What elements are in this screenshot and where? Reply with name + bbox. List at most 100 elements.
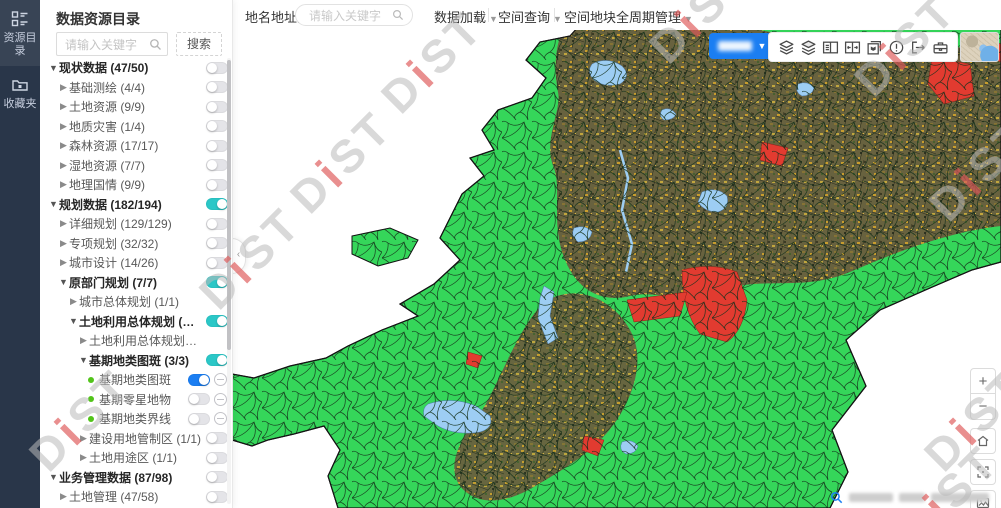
sidebar-item-resource-catalog[interactable]: 资源目录 (0, 0, 40, 66)
tree-row[interactable]: ▶土地管理 (47/58) (40, 487, 232, 507)
tree-node-label: 地理国情 (9/9) (69, 176, 145, 193)
layer-visibility-toggle[interactable] (206, 218, 228, 230)
remove-layer-icon[interactable] (214, 393, 227, 406)
layer-visibility-toggle[interactable] (188, 413, 210, 425)
map-canvas[interactable] (232, 0, 1001, 508)
layer-visibility-toggle[interactable] (206, 81, 228, 93)
tree-row[interactable]: ▶基础测绘 (4/4) (40, 78, 232, 98)
expand-arrow-icon[interactable]: ▶ (58, 140, 69, 151)
tree-row[interactable]: ▶土地资源 (9/9) (40, 97, 232, 117)
search-icon (392, 9, 404, 21)
layer-visibility-toggle[interactable] (206, 276, 228, 288)
layer-visibility-toggle[interactable] (206, 159, 228, 171)
tree-node-label: 规划数据 (182/194) (59, 196, 162, 213)
expand-arrow-icon[interactable]: ▶ (58, 179, 69, 190)
tree-row[interactable]: 基期零星地物 (40, 390, 232, 410)
layer-visibility-toggle[interactable] (206, 179, 228, 191)
layer-visibility-toggle[interactable] (206, 315, 228, 327)
expand-arrow-icon[interactable]: ▶ (58, 82, 69, 93)
map-zoom-controls: + − (970, 368, 996, 508)
collapse-arrow-icon[interactable]: ▼ (48, 199, 59, 209)
layer-visibility-toggle[interactable] (206, 491, 228, 503)
tree-row[interactable]: ▶土地利用总体规划（非空间专... (40, 331, 232, 351)
bookmark-icon[interactable] (863, 36, 885, 58)
remove-layer-icon[interactable] (214, 412, 227, 425)
tree-row[interactable]: ▶地质灾害 (1/4) (40, 117, 232, 137)
tree-row[interactable]: ▼业务管理数据 (87/98) (40, 468, 232, 488)
expand-arrow-icon[interactable]: ▶ (58, 257, 69, 268)
place-search-input[interactable] (307, 5, 393, 27)
expand-arrow-icon[interactable]: ▶ (58, 101, 69, 112)
tree-row[interactable]: ▶湿地资源 (7/7) (40, 156, 232, 176)
zoom-in-button[interactable]: + (970, 368, 996, 394)
panel-scrollbar-thumb[interactable] (227, 60, 231, 350)
info-icon[interactable] (885, 36, 907, 58)
swipe-icon[interactable] (841, 36, 863, 58)
blurred-status-text (931, 493, 989, 502)
layers-icon[interactable] (775, 36, 797, 58)
tree-row[interactable]: ▼基期地类图斑 (3/3) (40, 351, 232, 371)
layer-visibility-toggle[interactable] (206, 354, 228, 366)
collapse-arrow-icon[interactable]: ▼ (58, 277, 69, 287)
tree-row[interactable]: ▼原部门规划 (7/7) (40, 273, 232, 293)
fullscreen-button[interactable] (970, 459, 996, 485)
expand-arrow-icon[interactable]: ▶ (78, 335, 89, 346)
keyword-search-input[interactable] (63, 33, 151, 57)
collapse-arrow-icon[interactable]: ▼ (78, 355, 89, 365)
overview-map-thumbnail[interactable] (960, 32, 999, 62)
layer-visibility-toggle[interactable] (188, 374, 210, 386)
layer-visibility-toggle[interactable] (206, 452, 228, 464)
tree-row[interactable]: ▶城市设计 (14/26) (40, 253, 232, 273)
layer-visibility-toggle[interactable] (206, 62, 228, 74)
layer-visibility-toggle[interactable] (188, 393, 210, 405)
tree-row[interactable]: ▶土地用途区 (1/1) (40, 448, 232, 468)
tree-row[interactable]: 基期地类图斑 (40, 370, 232, 390)
tree-row[interactable]: ▼土地利用总体规划 (6/6) (40, 312, 232, 332)
tree-row[interactable]: ▶地理国情 (9/9) (40, 175, 232, 195)
layer-visibility-toggle[interactable] (206, 120, 228, 132)
tree-row[interactable]: ▶专项规划 (32/32) (40, 234, 232, 254)
layer-visibility-toggle[interactable] (206, 471, 228, 483)
layer-visibility-toggle[interactable] (206, 257, 228, 269)
layer-visibility-toggle[interactable] (206, 198, 228, 210)
expand-arrow-icon[interactable]: ▶ (78, 433, 89, 444)
tree-row[interactable]: ▼现状数据 (47/50) (40, 58, 232, 78)
tree-node-label: 土地利用总体规划 (6/6) (79, 313, 197, 330)
menubar-divider (488, 8, 489, 22)
tree-row[interactable]: ▼规划数据 (182/194) (40, 195, 232, 215)
tree-node-label: 城市总体规划 (1/1) (79, 293, 179, 310)
expand-arrow-icon[interactable]: ▶ (78, 452, 89, 463)
layer-visibility-toggle[interactable] (206, 432, 228, 444)
remove-layer-icon[interactable] (214, 373, 227, 386)
search-button[interactable]: 搜索 (176, 32, 222, 56)
expand-arrow-icon[interactable]: ▶ (58, 218, 69, 229)
tree-node-label: 土地利用总体规划（非空间专... (89, 332, 207, 349)
expand-arrow-icon[interactable]: ▶ (58, 160, 69, 171)
collapse-arrow-icon[interactable]: ▼ (48, 63, 59, 73)
tree-row[interactable]: ▶城市总体规划 (1/1) (40, 292, 232, 312)
expand-arrow-icon[interactable]: ▶ (58, 121, 69, 132)
layer-visibility-toggle[interactable] (206, 140, 228, 152)
expand-arrow-icon[interactable]: ▶ (68, 296, 79, 307)
expand-arrow-icon[interactable]: ▶ (58, 238, 69, 249)
split-view-icon[interactable] (819, 36, 841, 58)
tree-node-label: 湿地资源 (7/7) (69, 157, 145, 174)
tree-row[interactable]: 基期地类界线 (40, 409, 232, 429)
layer-dropdown-button[interactable]: ▼ (709, 33, 775, 59)
sidebar-item-favorites[interactable]: 收藏夹 (0, 66, 40, 119)
home-button[interactable] (970, 428, 996, 454)
collapse-arrow-icon[interactable]: ▼ (68, 316, 79, 326)
collapse-arrow-icon[interactable]: ▼ (48, 472, 59, 482)
layer-visibility-toggle[interactable] (206, 101, 228, 113)
expand-arrow-icon[interactable]: ▶ (58, 491, 69, 502)
menu-spatial-query[interactable]: 空间查询▼ (498, 7, 562, 26)
basemap-icon[interactable] (797, 36, 819, 58)
zoom-out-button[interactable]: − (970, 394, 996, 420)
menu-parcel-lifecycle[interactable]: 空间地块全周期管理▼ (564, 7, 693, 26)
tree-row[interactable]: ▶森林资源 (17/17) (40, 136, 232, 156)
toolbox-icon[interactable] (929, 36, 951, 58)
layer-visibility-toggle[interactable] (206, 237, 228, 249)
export-icon[interactable] (907, 36, 929, 58)
tree-row[interactable]: ▶建设用地管制区 (1/1) (40, 429, 232, 449)
tree-row[interactable]: ▶详细规划 (129/129) (40, 214, 232, 234)
